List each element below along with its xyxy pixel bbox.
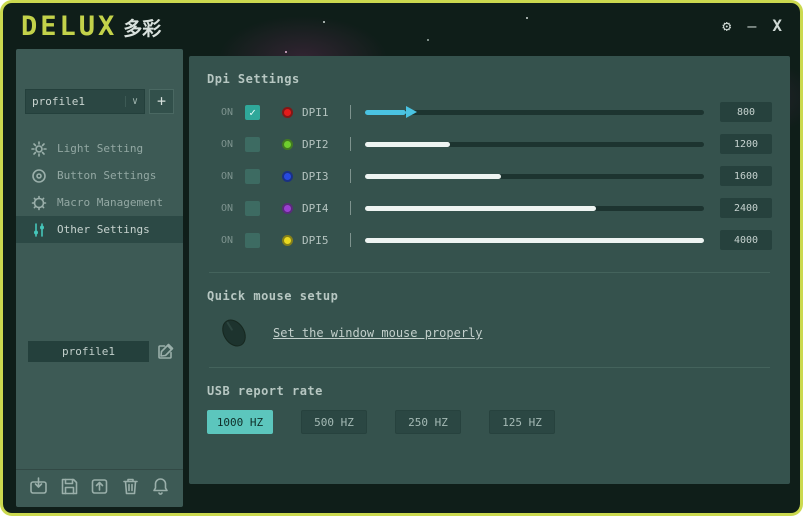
on-label: ON xyxy=(221,234,234,246)
dpi-row-4: ON DPI4 2400 xyxy=(207,192,772,224)
light-icon xyxy=(30,140,47,157)
sidebar-item-other-settings[interactable]: Other Settings xyxy=(16,216,183,243)
dpi-rows: ON DPI1 800 ON DPI2 xyxy=(207,96,772,256)
quick-setup-row: Set the window mouse properly xyxy=(213,315,772,351)
dpi2-label: DPI2 xyxy=(302,137,329,151)
dpi1-enabled-checkbox[interactable] xyxy=(245,104,260,120)
dpi3-enabled-checkbox[interactable] xyxy=(245,168,260,184)
dpi-row-3: ON DPI3 1600 xyxy=(207,160,772,192)
dpi-row-5: ON DPI5 4000 xyxy=(207,224,772,256)
trash-icon[interactable] xyxy=(120,476,141,497)
dpi4-enabled-checkbox[interactable] xyxy=(245,200,260,216)
dpi3-label: DPI3 xyxy=(302,169,329,183)
windows-mouse-properties-link[interactable]: Set the window mouse properly xyxy=(273,326,483,340)
minimize-button[interactable]: — xyxy=(747,18,756,34)
sidebar: profile1 ∨ + Light Setting Button Settin… xyxy=(16,49,183,507)
usb-rate-250hz-button[interactable]: 250 HZ xyxy=(395,410,461,434)
dpi1-color-dot xyxy=(282,106,293,118)
sidebar-menu: Light Setting Button Settings Macro Mana… xyxy=(16,135,183,243)
dpi-row-2: ON DPI2 1200 xyxy=(207,128,772,160)
profile-selector-row: profile1 ∨ + xyxy=(25,89,174,114)
import-profile-icon[interactable] xyxy=(28,476,49,497)
window-controls: ⚙ — X xyxy=(722,18,782,34)
sidebar-item-label: Light Setting xyxy=(57,142,144,155)
on-label: ON xyxy=(221,106,234,118)
sidebar-dock xyxy=(16,469,183,503)
add-profile-button[interactable]: + xyxy=(149,89,174,114)
profile-select-value: profile1 xyxy=(32,95,85,108)
dpi4-slider-fill xyxy=(365,205,596,211)
usb-rate-125hz-button[interactable]: 125 HZ xyxy=(489,410,555,434)
usb-rate-500hz-button[interactable]: 500 HZ xyxy=(301,410,367,434)
dpi-row-1: ON DPI1 800 xyxy=(207,96,772,128)
mouse-icon xyxy=(213,315,255,351)
dpi1-slider[interactable] xyxy=(365,106,704,118)
profile-tag-row: profile1 xyxy=(28,341,175,362)
logo-text-cn: 多彩 xyxy=(123,17,162,40)
chevron-down-icon: ∨ xyxy=(124,96,138,107)
close-button[interactable]: X xyxy=(772,18,782,34)
dpi4-label: DPI4 xyxy=(302,201,329,215)
divider xyxy=(350,105,351,119)
profile-select[interactable]: profile1 ∨ xyxy=(25,89,145,114)
section-divider xyxy=(209,367,770,368)
dpi2-color-dot xyxy=(282,138,293,150)
dpi3-value: 1600 xyxy=(720,166,772,186)
settings-gear-button[interactable]: ⚙ xyxy=(722,18,731,34)
gear-icon xyxy=(30,194,47,211)
dpi5-color-dot xyxy=(282,234,293,246)
sliders-icon xyxy=(30,221,47,238)
divider xyxy=(350,201,351,215)
divider xyxy=(350,169,351,183)
logo-text: DELUX xyxy=(21,10,118,42)
sidebar-item-label: Macro Management xyxy=(57,196,163,209)
sidebar-item-macro-management[interactable]: Macro Management xyxy=(16,189,183,216)
dpi2-slider[interactable] xyxy=(365,141,704,147)
export-profile-icon[interactable] xyxy=(89,476,110,497)
on-label: ON xyxy=(221,202,234,214)
dpi3-slider-fill xyxy=(365,173,501,179)
section-divider xyxy=(209,272,770,273)
dpi1-label: DPI1 xyxy=(302,105,329,119)
sidebar-item-label: Button Settings xyxy=(57,169,157,182)
save-profile-icon[interactable] xyxy=(59,476,80,497)
quick-setup-title: Quick mouse setup xyxy=(207,289,339,303)
dpi2-slider-fill xyxy=(365,141,450,147)
dpi5-value: 4000 xyxy=(720,230,772,250)
mouse-button-icon xyxy=(30,167,47,184)
dpi3-color-dot xyxy=(282,170,293,182)
usb-rate-1000hz-button[interactable]: 1000 HZ xyxy=(207,410,273,434)
dpi5-enabled-checkbox[interactable] xyxy=(245,232,260,248)
sidebar-item-light-setting[interactable]: Light Setting xyxy=(16,135,183,162)
dpi5-label: DPI5 xyxy=(302,233,329,247)
sidebar-item-button-settings[interactable]: Button Settings xyxy=(16,162,183,189)
main-panel: Dpi Settings ON DPI1 800 ON DPI2 xyxy=(189,56,790,484)
dpi4-color-dot xyxy=(282,202,293,214)
usb-report-rate-title: USB report rate xyxy=(207,384,323,398)
dpi4-slider[interactable] xyxy=(365,205,704,211)
on-label: ON xyxy=(221,138,234,150)
edit-profile-button[interactable] xyxy=(155,342,175,362)
divider xyxy=(350,137,351,151)
app-window: DELUX 多彩 ⚙ — X profile1 ∨ + Light Settin… xyxy=(0,0,803,516)
dpi5-slider-fill xyxy=(365,237,704,243)
dpi-settings-title: Dpi Settings xyxy=(207,72,300,86)
profile-name-tag: profile1 xyxy=(28,341,149,362)
dpi4-value: 2400 xyxy=(720,198,772,218)
dpi5-slider[interactable] xyxy=(365,237,704,243)
dpi1-slider-fill xyxy=(365,106,417,118)
app-logo: DELUX 多彩 xyxy=(21,11,161,42)
dpi1-slider-handle[interactable] xyxy=(405,106,417,118)
divider xyxy=(350,233,351,247)
dpi3-slider[interactable] xyxy=(365,173,704,179)
sidebar-item-label: Other Settings xyxy=(57,223,150,236)
dpi2-enabled-checkbox[interactable] xyxy=(245,136,260,152)
on-label: ON xyxy=(221,170,234,182)
dpi1-value: 800 xyxy=(720,102,772,122)
bell-icon[interactable] xyxy=(150,476,171,497)
dpi2-value: 1200 xyxy=(720,134,772,154)
titlebar: DELUX 多彩 ⚙ — X xyxy=(3,3,800,49)
usb-report-rate-options: 1000 HZ 500 HZ 250 HZ 125 HZ xyxy=(207,410,772,434)
